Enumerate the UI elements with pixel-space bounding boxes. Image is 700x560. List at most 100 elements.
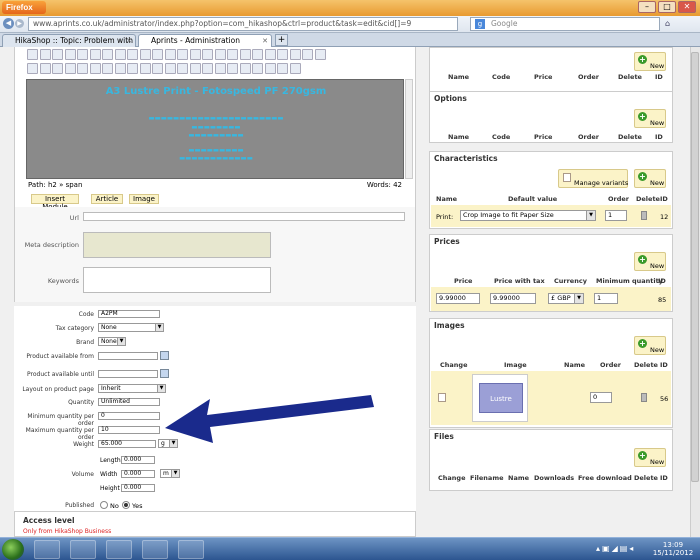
editor-toolbar-button[interactable]	[264, 63, 276, 74]
keywords-textarea[interactable]	[83, 267, 271, 293]
editor-toolbar-button[interactable]	[289, 63, 301, 74]
editor-toolbar-button[interactable]	[227, 63, 238, 74]
back-icon[interactable]: ◀	[3, 18, 14, 29]
image-order-input[interactable]: 0	[590, 392, 612, 403]
url-input[interactable]	[83, 212, 405, 221]
search-input[interactable]: g Google	[470, 17, 660, 31]
editor-toolbar-button[interactable]	[252, 49, 263, 60]
width-input[interactable]: 0.000	[121, 470, 155, 478]
width-unit-select[interactable]: m ▼	[160, 469, 180, 478]
new-file-button[interactable]: + New	[634, 448, 666, 467]
close-tab-icon[interactable]: ✕	[126, 35, 132, 47]
editor-toolbar-button[interactable]	[52, 49, 63, 60]
published-no-radio[interactable]	[100, 501, 108, 509]
close-window-button[interactable]: ✕	[678, 1, 696, 13]
firefox-menu-button[interactable]: Firefox	[2, 1, 46, 14]
outlook-taskbar-icon[interactable]	[142, 540, 168, 559]
editor-toolbar-button[interactable]	[252, 63, 263, 74]
editor-toolbar-button[interactable]	[139, 49, 151, 60]
home-icon[interactable]: ⌂	[665, 19, 675, 29]
editor-toolbar-button[interactable]	[239, 63, 251, 74]
editor-toolbar-button[interactable]	[52, 63, 63, 74]
trash-icon[interactable]	[641, 393, 647, 402]
available-from-input[interactable]	[98, 352, 158, 360]
close-tab-icon[interactable]: ✕	[262, 35, 268, 47]
editor-toolbar-button[interactable]	[102, 49, 113, 60]
editor-toolbar-button[interactable]	[64, 49, 76, 60]
editor-scrollbar[interactable]	[405, 79, 413, 179]
editor-toolbar-button[interactable]	[189, 63, 201, 74]
height-input[interactable]: 0.000	[121, 484, 155, 492]
min-quantity-input[interactable]: 0	[98, 412, 160, 420]
available-until-input[interactable]	[98, 370, 158, 378]
editor-toolbar-button[interactable]	[27, 63, 38, 74]
brand-select[interactable]: None ▼	[98, 337, 126, 346]
maximize-button[interactable]: □	[658, 1, 676, 13]
new-option-button[interactable]: + New	[634, 109, 666, 128]
taskbar-clock[interactable]: 13:09 15/11/2012	[650, 541, 696, 557]
editor-toolbar-button[interactable]	[114, 49, 126, 60]
price-with-tax-input[interactable]: 9.99000	[490, 293, 536, 304]
article-button[interactable]: Article	[91, 194, 123, 204]
characteristic-order-input[interactable]: 1	[605, 210, 627, 221]
editor-toolbar-button[interactable]	[39, 49, 51, 60]
manage-variants-button[interactable]: Manage variants	[558, 169, 628, 188]
default-value-select[interactable]: Crop Image to fit Paper Size ▼	[460, 210, 596, 221]
trash-icon[interactable]	[641, 211, 647, 220]
quantity-input[interactable]: Unlimited	[98, 398, 160, 406]
insert-module-button[interactable]: Insert Module	[31, 194, 79, 211]
change-image-icon[interactable]	[438, 393, 446, 402]
editor-toolbar-button[interactable]	[127, 63, 138, 74]
new-image-button[interactable]: + New	[634, 336, 666, 355]
start-button[interactable]	[2, 539, 24, 560]
editor-toolbar-button[interactable]	[77, 63, 88, 74]
editor-content-area[interactable]: A3 Lustre Print - Fotospeed PF 270gsm ▬▬…	[26, 79, 404, 179]
editor-toolbar-button[interactable]	[27, 49, 38, 60]
editor-toolbar-button[interactable]	[289, 49, 301, 60]
minimize-button[interactable]: –	[638, 1, 656, 13]
editor-toolbar-button[interactable]	[89, 49, 101, 60]
editor-toolbar-button[interactable]	[227, 49, 238, 60]
explorer-taskbar-icon[interactable]	[34, 540, 60, 559]
published-yes-radio[interactable]	[122, 501, 130, 509]
calendar-icon[interactable]	[160, 369, 169, 378]
meta-description-textarea[interactable]	[83, 232, 271, 258]
tab-hikashop-topic[interactable]: HikaShop :: Topic: Problem with limit...…	[2, 34, 136, 47]
length-input[interactable]: 0.000	[121, 456, 155, 464]
app-taskbar-icon[interactable]	[178, 540, 204, 559]
system-tray-icons[interactable]: ▴▣◢▤◂	[596, 544, 644, 556]
currency-select[interactable]: £ GBP ▼	[548, 293, 584, 304]
editor-toolbar-button[interactable]	[139, 63, 151, 74]
scrollbar-thumb[interactable]	[691, 52, 699, 482]
editor-toolbar-button[interactable]	[164, 49, 176, 60]
address-bar[interactable]: www.aprints.co.uk/administrator/index.ph…	[28, 17, 458, 31]
editor-toolbar-button[interactable]	[239, 49, 251, 60]
editor-toolbar-button[interactable]	[127, 49, 138, 60]
editor-toolbar-button[interactable]	[214, 49, 226, 60]
image-button[interactable]: Image	[129, 194, 159, 204]
firefox-taskbar-icon[interactable]	[70, 540, 96, 559]
editor-toolbar-button[interactable]	[314, 49, 326, 60]
editor-toolbar-button[interactable]	[277, 63, 288, 74]
editor-toolbar-button[interactable]	[214, 63, 226, 74]
app-taskbar-icon[interactable]	[106, 540, 132, 559]
editor-toolbar-button[interactable]	[177, 63, 188, 74]
editor-toolbar-button[interactable]	[77, 49, 88, 60]
layout-select[interactable]: Inherit ▼	[98, 384, 166, 393]
code-input[interactable]: A2PM	[98, 310, 160, 318]
weight-input[interactable]: 65.000	[98, 440, 156, 448]
editor-toolbar-button[interactable]	[152, 63, 163, 74]
calendar-icon[interactable]	[160, 351, 169, 360]
editor-toolbar-button[interactable]	[177, 49, 188, 60]
editor-toolbar-button[interactable]	[202, 63, 213, 74]
new-related-button[interactable]: + New	[634, 52, 666, 71]
tax-category-select[interactable]: None ▼	[98, 323, 164, 332]
editor-toolbar-button[interactable]	[277, 49, 288, 60]
editor-toolbar-button[interactable]	[64, 63, 76, 74]
editor-toolbar-button[interactable]	[302, 49, 313, 60]
minimum-quantity-input[interactable]: 1	[594, 293, 618, 304]
editor-toolbar-button[interactable]	[264, 49, 276, 60]
editor-toolbar-button[interactable]	[189, 49, 201, 60]
new-tab-button[interactable]: +	[275, 34, 288, 46]
editor-toolbar-button[interactable]	[114, 63, 126, 74]
